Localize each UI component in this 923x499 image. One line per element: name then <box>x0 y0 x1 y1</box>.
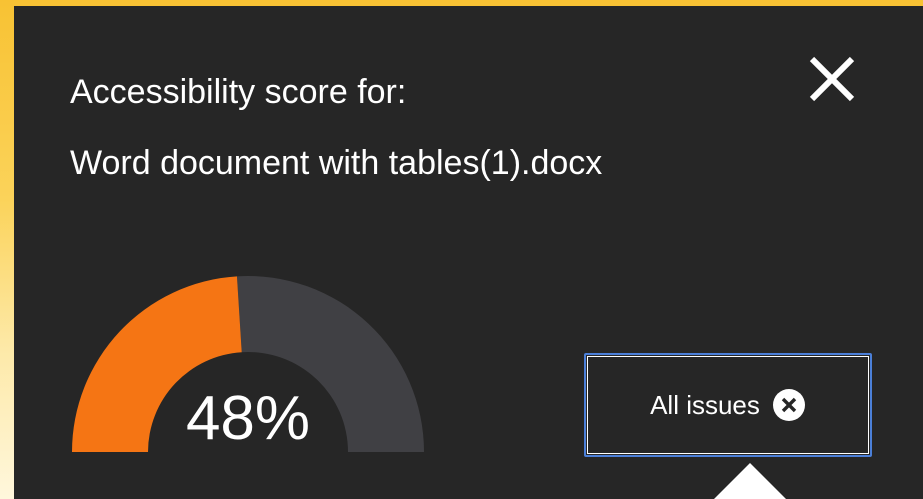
document-filename: Word document with tables(1).docx <box>70 144 603 182</box>
circle-x-icon <box>772 388 806 422</box>
score-percentage: 48% <box>185 384 311 453</box>
all-issues-button[interactable]: All issues <box>584 353 872 457</box>
close-icon <box>809 56 855 102</box>
tooltip-pointer <box>714 463 786 499</box>
accessibility-score-panel: Accessibility score for: Word document w… <box>14 6 923 499</box>
panel-title: Accessibility score for: <box>70 73 407 111</box>
all-issues-label: All issues <box>650 389 760 420</box>
close-button[interactable] <box>804 51 860 107</box>
